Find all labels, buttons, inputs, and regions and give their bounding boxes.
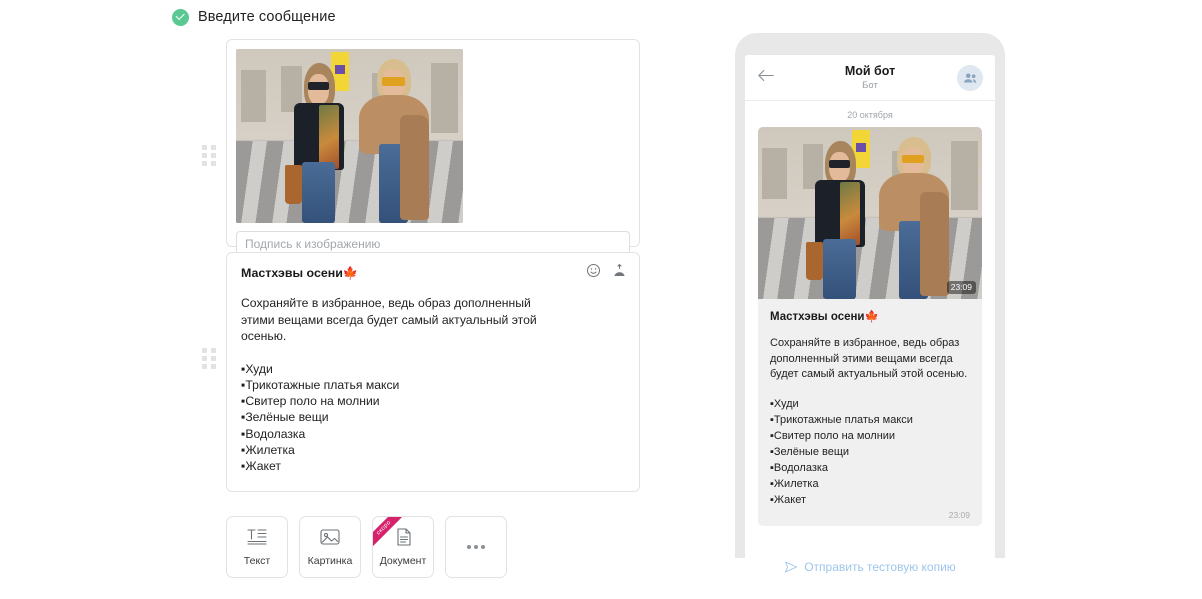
text-block-card[interactable]: Мастхэвы осени🍁 Сохраняйте в избранное, … xyxy=(226,252,640,492)
list-item: ▪Жилетка xyxy=(241,442,295,457)
page-title: Введите сообщение xyxy=(198,9,336,25)
handle-dot xyxy=(202,153,207,158)
send-plane-icon xyxy=(784,561,798,573)
document-icon xyxy=(392,526,414,548)
photo-artwork xyxy=(758,127,982,299)
add-document-label: Документ xyxy=(379,555,427,568)
handle-dot xyxy=(202,145,207,150)
bubble-list: ▪Худи ▪Трикотажные платья макси ▪Свитер … xyxy=(770,396,970,508)
send-test-copy-button[interactable]: Отправить тестовую копию xyxy=(735,560,1005,574)
bubble-title: Мастхэвы осени🍁 xyxy=(770,311,879,323)
list-item: ▪Жакет xyxy=(241,459,281,474)
list-item: ▪Свитер поло на молнии xyxy=(770,429,896,442)
image-block-card[interactable] xyxy=(226,39,640,257)
preview-text-bubble: Мастхэвы осени🍁 Сохраняйте в избранное, … xyxy=(758,299,982,526)
list-item: ▪Свитер поло на молнии xyxy=(241,394,380,409)
send-test-copy-label: Отправить тестовую копию xyxy=(804,560,956,574)
image-block-row xyxy=(170,39,640,257)
handle-dot xyxy=(211,161,216,166)
emoji-icon[interactable] xyxy=(586,263,601,278)
text-block-paragraph: Сохраняйте в избранное, ведь образ допол… xyxy=(241,296,537,343)
bubble-paragraph: Сохраняйте в избранное, ведь образ допол… xyxy=(770,337,968,380)
handle-dot xyxy=(211,364,216,369)
photo-artwork xyxy=(236,49,463,223)
add-document-button[interactable]: скоро Документ xyxy=(372,515,434,578)
date-separator: 20 октября xyxy=(847,110,893,120)
handle-dot xyxy=(202,364,207,369)
handle-dot xyxy=(202,161,207,166)
handle-dot xyxy=(211,145,216,150)
text-block-row: Мастхэвы осени🍁 Сохраняйте в избранное, … xyxy=(170,252,640,492)
list-item: ▪Жакет xyxy=(770,493,807,506)
add-text-label: Текст xyxy=(243,555,271,568)
list-item: ▪Водолазка xyxy=(770,461,829,474)
list-item: ▪Худи xyxy=(241,361,273,376)
list-item: ▪Худи xyxy=(770,397,799,410)
handle-dot xyxy=(211,348,216,353)
list-item: ▪Жилетка xyxy=(770,477,819,490)
add-block-toolbar: Текст Картинка скоро Документ xyxy=(226,515,640,578)
upload-person-icon[interactable] xyxy=(612,263,627,278)
handle-dot xyxy=(211,356,216,361)
text-block-title: Мастхэвы осени🍁 xyxy=(241,266,359,280)
handle-dot xyxy=(202,356,207,361)
list-item: ▪Зелёные вещи xyxy=(241,410,329,425)
preview-image: 23:09 xyxy=(758,127,982,299)
drag-handle-image[interactable] xyxy=(202,145,218,166)
drag-handle-text[interactable] xyxy=(202,348,218,369)
phone-screen: Мой бот Бот 20 октября 23:09 Мастхэвы ос… xyxy=(745,55,995,558)
text-format-icon xyxy=(246,526,268,548)
section-header: Введите сообщение xyxy=(170,0,640,34)
add-image-button[interactable]: Картинка xyxy=(299,515,361,578)
more-dots-icon xyxy=(467,544,485,549)
list-item: ▪Водолазка xyxy=(241,426,306,441)
add-text-button[interactable]: Текст xyxy=(226,515,288,578)
bubble-timestamp: 23:09 xyxy=(948,509,970,520)
handle-dot xyxy=(211,153,216,158)
more-blocks-button[interactable] xyxy=(445,515,507,578)
handle-dot xyxy=(202,348,207,353)
text-block-tools xyxy=(586,263,627,278)
message-editor: Введите сообщение Подпись к изображению … xyxy=(170,0,640,599)
add-image-label: Картинка xyxy=(307,555,353,568)
back-arrow-icon[interactable] xyxy=(757,68,775,88)
chat-header: Мой бот Бот xyxy=(745,55,995,101)
page-root: Введите сообщение Подпись к изображению … xyxy=(0,0,1202,599)
check-circle-icon xyxy=(172,8,189,26)
list-item: ▪Трикотажные платья макси xyxy=(241,377,400,392)
phone-preview-frame: Мой бот Бот 20 октября 23:09 Мастхэвы ос… xyxy=(735,33,1005,558)
message-bubble: 23:09 Мастхэвы осени🍁 Сохраняйте в избра… xyxy=(745,127,995,526)
list-item: ▪Зелёные вещи xyxy=(770,445,850,458)
list-item: ▪Трикотажные платья макси xyxy=(770,413,913,426)
group-people-icon[interactable] xyxy=(957,64,983,91)
text-block-list: ▪Худи ▪Трикотажные платья макси ▪Свитер … xyxy=(241,361,625,475)
uploaded-image[interactable] xyxy=(236,49,463,223)
image-icon xyxy=(319,526,341,548)
image-timestamp: 23:09 xyxy=(946,281,976,294)
